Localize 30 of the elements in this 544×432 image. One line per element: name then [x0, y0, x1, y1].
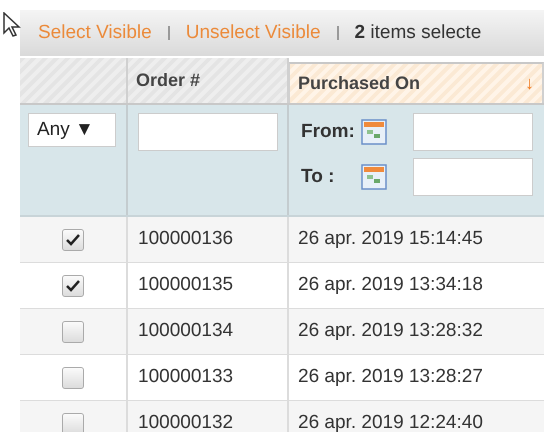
order-number: 100000134: [138, 319, 234, 344]
order-number: 100000135: [138, 273, 234, 298]
sort-arrow: ↓: [525, 72, 534, 95]
order-number: 100000133: [138, 365, 234, 390]
purchase-date: 26 apr. 2019 15:14:45: [298, 227, 483, 252]
date-input[interactable]: [413, 158, 533, 196]
any-select[interactable]: Any ▼: [28, 113, 116, 147]
purchase-date: 26 apr. 2019 13:28:32: [298, 319, 483, 344]
row-checkbox[interactable]: [62, 412, 84, 432]
purchase-date: 26 apr. 2019 13:28:27: [298, 365, 483, 390]
purchase-date: 26 apr. 2019 12:24:40: [298, 411, 483, 432]
row-checkbox[interactable]: [62, 274, 84, 296]
column-header[interactable]: Purchased On ↓: [289, 62, 544, 103]
order-number: 100000132: [138, 411, 234, 432]
date-label: From:: [301, 120, 356, 144]
column-header[interactable]: [20, 58, 128, 103]
calendar-icon[interactable]: [361, 164, 387, 190]
selected-count: 2 items selecte: [354, 20, 482, 45]
order-filter-input[interactable]: [138, 113, 278, 151]
date-label: To :: [301, 164, 336, 189]
row-checkbox[interactable]: [62, 320, 84, 342]
purchase-date: 26 apr. 2019 13:34:18: [298, 273, 483, 298]
checkmark-icon: [66, 280, 80, 292]
row-checkbox[interactable]: [62, 228, 84, 250]
row-checkbox[interactable]: [62, 366, 84, 388]
date-input[interactable]: [413, 113, 533, 151]
column-header[interactable]: Order #: [128, 58, 289, 103]
calendar-icon[interactable]: [361, 119, 387, 145]
order-number: 100000136: [138, 227, 234, 252]
checkmark-icon: [66, 234, 80, 246]
